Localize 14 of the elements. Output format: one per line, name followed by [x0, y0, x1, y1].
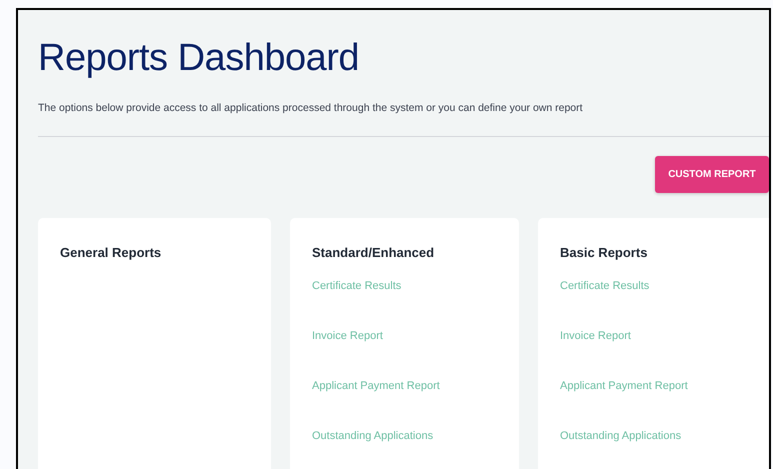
report-link[interactable]: Outstanding Applications [560, 429, 682, 443]
report-link[interactable]: Certificate Results [560, 279, 650, 293]
page-description: The options below provide access to all applications processed through the system or you can define your own report [38, 102, 584, 114]
card-title: General Reports [60, 245, 162, 261]
custom-report-button[interactable]: CUSTOM REPORT [655, 156, 769, 193]
report-link[interactable]: Outstanding Applications [312, 429, 434, 443]
report-link[interactable]: Certificate Results [312, 279, 402, 293]
page-title: Reports Dashboard [38, 36, 360, 81]
report-link[interactable]: Invoice Report [312, 329, 383, 343]
report-link[interactable]: Applicant Payment Report [560, 379, 688, 393]
card-title: Standard/Enhanced [312, 245, 434, 261]
report-link[interactable]: Invoice Report [560, 329, 631, 343]
card-title: Basic Reports [560, 245, 648, 261]
report-link[interactable]: Applicant Payment Report [312, 379, 440, 393]
